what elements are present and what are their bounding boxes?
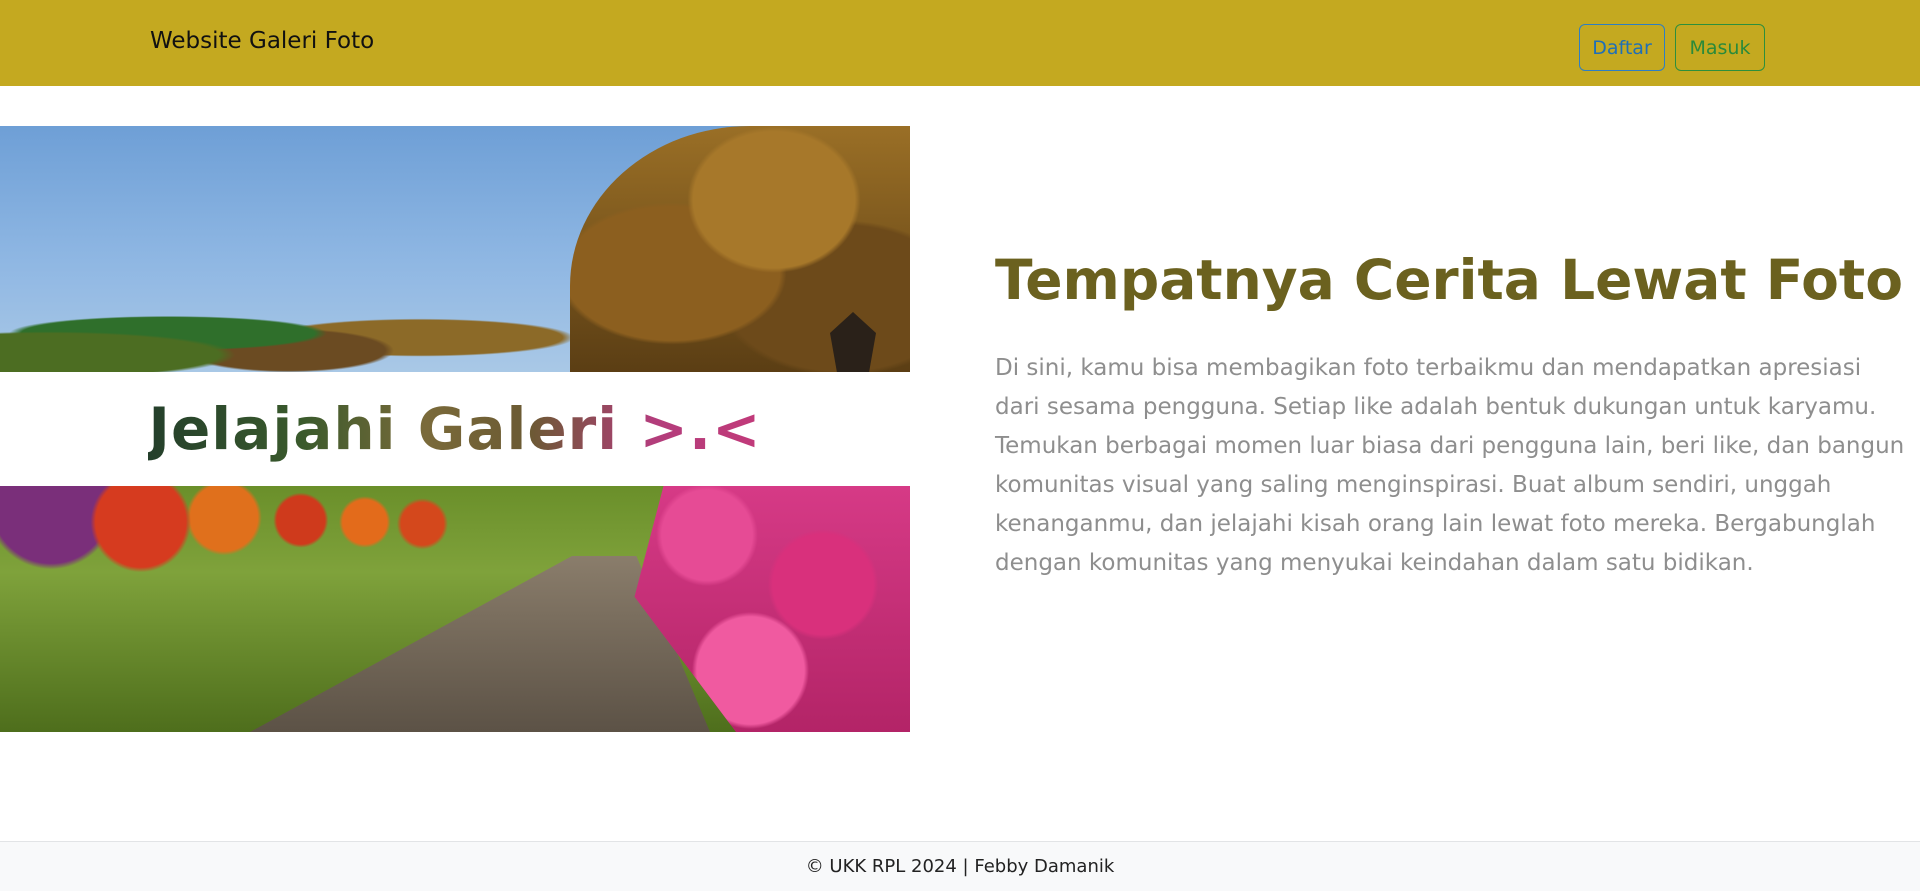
footer-copyright: © UKK RPL 2024 | Febby Damanik: [805, 856, 1115, 877]
image-flower-trees: [0, 486, 640, 576]
hero-garden-image: Jelajahi Galeri >.<: [0, 126, 910, 732]
login-button[interactable]: Masuk: [1675, 24, 1765, 71]
hero-description: Di sini, kamu bisa membagikan foto terba…: [995, 355, 1905, 576]
image-hedge: [0, 286, 600, 372]
image-caption-band: Jelajahi Galeri >.<: [0, 372, 910, 486]
image-caption: Jelajahi Galeri >.<: [148, 395, 762, 463]
register-button[interactable]: Daftar: [1579, 24, 1665, 71]
hero-title: Tempatnya Cerita Lewat Foto: [995, 248, 1903, 312]
brand-link[interactable]: Website Galeri Foto: [150, 28, 374, 54]
navbar: Website Galeri Foto Daftar Masuk: [0, 0, 1920, 86]
footer: © UKK RPL 2024 | Febby Damanik: [0, 841, 1920, 891]
